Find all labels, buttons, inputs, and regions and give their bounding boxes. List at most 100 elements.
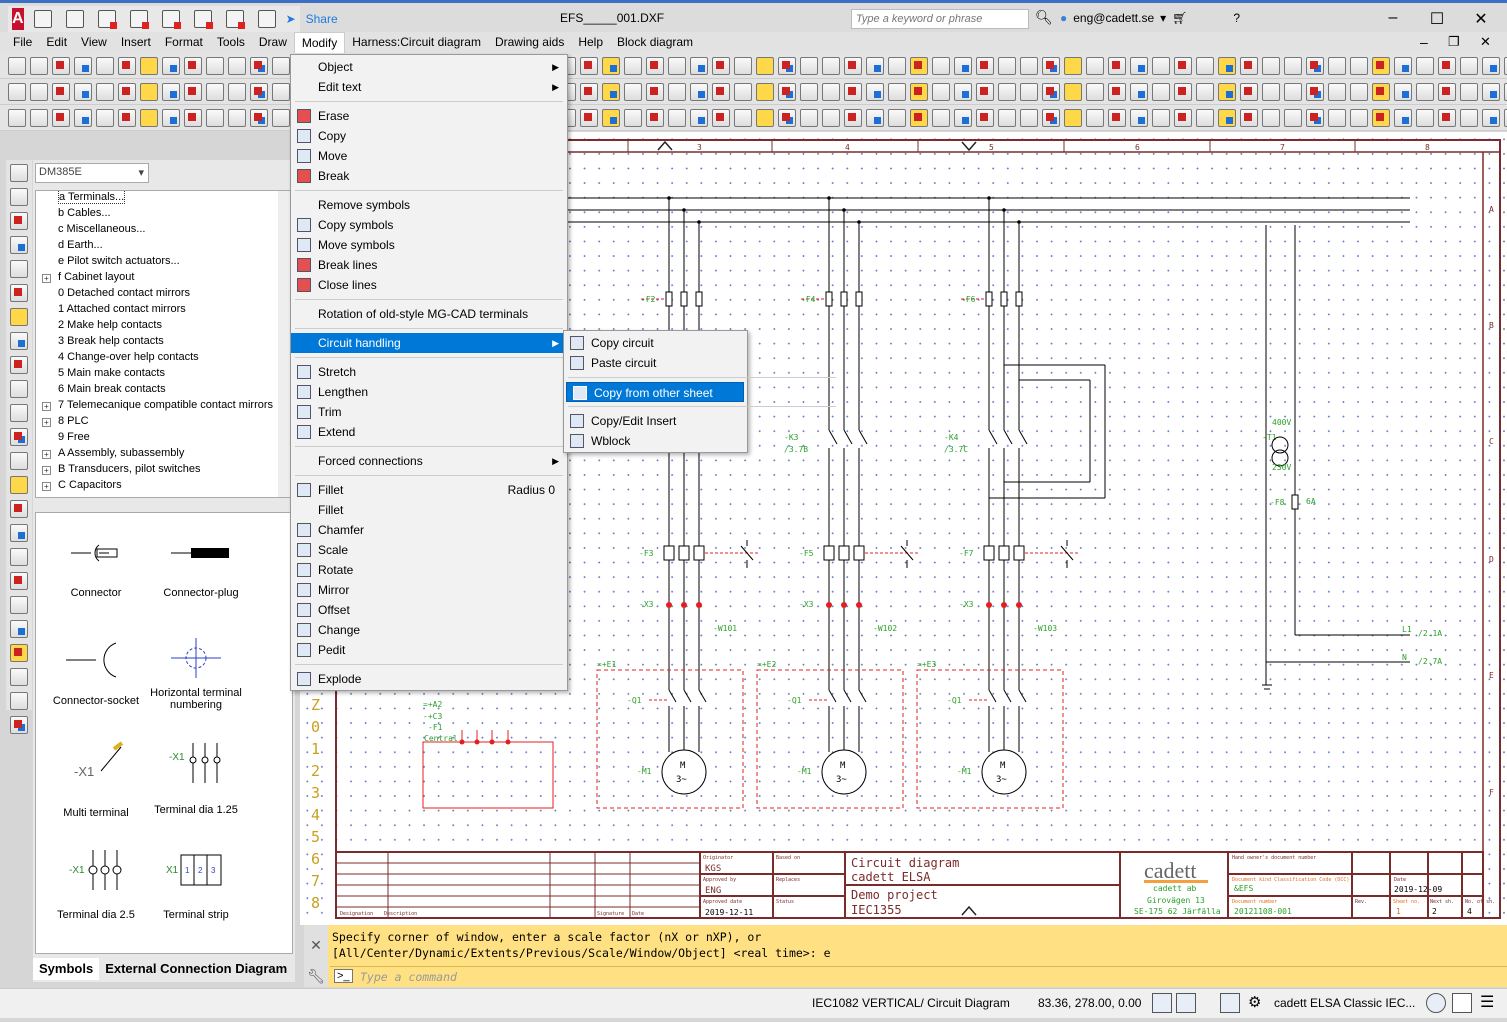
toolbar-tool-icon[interactable]	[1086, 82, 1104, 101]
share-button[interactable]: Share	[306, 12, 338, 26]
toolbar-tool-icon[interactable]	[1394, 82, 1412, 101]
layout-status[interactable]: IEC1082 VERTICAL/ Circuit Diagram	[812, 996, 1010, 1010]
toolbar-tool-icon[interactable]	[162, 56, 180, 75]
toolbar-tool-icon[interactable]	[1482, 56, 1500, 75]
toolbar-tool-icon[interactable]	[1306, 82, 1324, 101]
toolbar-tool-icon[interactable]	[998, 108, 1016, 127]
toolbar-tool-icon[interactable]	[1372, 82, 1390, 101]
toolbar-tool-icon[interactable]	[272, 108, 290, 127]
toolbar-tool-icon[interactable]	[1350, 108, 1368, 127]
close-icon[interactable]: ✕	[304, 937, 328, 954]
tree-item[interactable]: 5 Main make contacts	[36, 367, 290, 383]
toolbar-tool-icon[interactable]	[932, 56, 950, 75]
toolbar-tool-icon[interactable]	[1284, 82, 1302, 101]
menu-item-scale[interactable]: Scale	[291, 540, 567, 560]
app-logo-button[interactable]: A	[12, 8, 24, 30]
toolbar-tool-icon[interactable]	[1284, 108, 1302, 127]
toolbar-tool-icon[interactable]	[1108, 82, 1126, 101]
menu-item-copy-symbols[interactable]: Copy symbols	[291, 215, 567, 235]
toolbar-tool-icon[interactable]	[822, 56, 840, 75]
toolbar-tool-icon[interactable]	[250, 108, 268, 127]
side-tool-icon[interactable]	[10, 404, 28, 422]
toolbar-tool-icon[interactable]	[1416, 82, 1434, 101]
toolbar-tool-icon[interactable]	[228, 108, 246, 127]
toolbar-tool-icon[interactable]	[1328, 56, 1346, 75]
tree-item[interactable]: 1 Attached contact mirrors	[36, 303, 290, 319]
toolbar-tool-icon[interactable]	[954, 108, 972, 127]
expand-icon[interactable]: +	[42, 418, 51, 427]
toolbar-tool-icon[interactable]	[690, 108, 708, 127]
toolbar-tool-icon[interactable]	[228, 82, 246, 101]
menu-item-chamfer[interactable]: Chamfer	[291, 520, 567, 540]
toolbar-tool-icon[interactable]	[206, 82, 224, 101]
toolbar-tool-icon[interactable]	[1064, 82, 1082, 101]
toolbar-tool-icon[interactable]	[976, 82, 994, 101]
library-dropdown[interactable]: DM385E ▾	[35, 163, 149, 183]
toolbar-tool-icon[interactable]	[206, 108, 224, 127]
menu-drawing-aids[interactable]: Drawing aids	[488, 32, 571, 53]
tree-item[interactable]: 0 Detached contact mirrors	[36, 287, 290, 303]
toolbar-tool-icon[interactable]	[646, 82, 664, 101]
side-tool-icon[interactable]	[10, 692, 28, 710]
toolbar-tool-icon[interactable]	[734, 108, 752, 127]
toolbar-tool-icon[interactable]	[1328, 108, 1346, 127]
toolbar-tool-icon[interactable]	[1174, 82, 1192, 101]
toolbar-tool-icon[interactable]	[1240, 82, 1258, 101]
menu-item-copy-circuit[interactable]: Copy circuit	[564, 333, 747, 353]
menu-item-copy-from-other-sheet[interactable]: Copy from other sheet	[566, 382, 744, 402]
tree-item[interactable]: 6 Main break contacts	[36, 383, 290, 399]
menu-item-close-lines[interactable]: Close lines	[291, 275, 567, 295]
toolbar-tool-icon[interactable]	[96, 56, 114, 75]
toolbar-tool-icon[interactable]	[1196, 56, 1214, 75]
search-icon[interactable]: 🔍︎	[1035, 9, 1053, 26]
toolbar-tool-icon[interactable]	[1020, 82, 1038, 101]
menu-item-trim[interactable]: Trim	[291, 402, 567, 422]
toolbar-tool-icon[interactable]	[1218, 108, 1236, 127]
symbol-connector-plug[interactable]: Connector-plug	[141, 533, 261, 599]
toolbar-tool-icon[interactable]	[1130, 108, 1148, 127]
toolbar-tool-icon[interactable]	[646, 108, 664, 127]
gear-icon[interactable]: ⚙	[1248, 993, 1261, 1011]
insert-icon[interactable]	[161, 10, 181, 29]
side-tool-icon[interactable]	[10, 644, 28, 662]
side-tool-icon[interactable]	[10, 596, 28, 614]
toolbar-tool-icon[interactable]	[250, 56, 268, 75]
toolbar-tool-icon[interactable]	[1064, 108, 1082, 127]
toolbar-tool-icon[interactable]	[954, 82, 972, 101]
toolbar-tool-icon[interactable]	[1438, 108, 1456, 127]
menu-item-extend[interactable]: Extend	[291, 422, 567, 442]
toolbar-tool-icon[interactable]	[1152, 56, 1170, 75]
toolbar-tool-icon[interactable]	[52, 108, 70, 127]
symbol-horizontal-terminal-numbering[interactable]: Horizontal terminal numbering	[136, 633, 256, 711]
side-tool-icon[interactable]	[10, 164, 28, 182]
toolbar-tool-icon[interactable]	[118, 56, 136, 75]
toolbar-tool-icon[interactable]	[1482, 82, 1500, 101]
toolbar-tool-icon[interactable]	[1438, 56, 1456, 75]
toolbar-tool-icon[interactable]	[1262, 82, 1280, 101]
toolbar-tool-icon[interactable]	[712, 108, 730, 127]
toolbar-tool-icon[interactable]	[1416, 108, 1434, 127]
side-tool-icon[interactable]	[10, 212, 28, 230]
toolbar-tool-icon[interactable]	[668, 82, 686, 101]
toolbar-tool-icon[interactable]	[932, 108, 950, 127]
side-tool-icon[interactable]	[10, 236, 28, 254]
toolbar-tool-icon[interactable]	[30, 108, 48, 127]
side-tool-icon[interactable]	[10, 356, 28, 374]
toolbar-tool-icon[interactable]	[1284, 56, 1302, 75]
toolbar-tool-icon[interactable]	[1086, 56, 1104, 75]
menu-file[interactable]: File	[6, 32, 39, 53]
menu-item-copy-edit-insert[interactable]: Copy/Edit Insert	[564, 411, 747, 431]
side-tool-icon[interactable]	[10, 260, 28, 278]
toolbar-tool-icon[interactable]	[602, 56, 620, 75]
fullscreen-icon[interactable]	[1452, 993, 1472, 1013]
toolbar-tool-icon[interactable]	[162, 108, 180, 127]
toolbar-tool-icon[interactable]	[1328, 82, 1346, 101]
workspace-selector[interactable]: cadett ELSA Classic IEC...	[1274, 996, 1415, 1010]
toolbar-tool-icon[interactable]	[756, 56, 774, 75]
tree-item[interactable]: + B Transducers, pilot switches	[36, 463, 290, 479]
grid-toggle-icon[interactable]	[1152, 993, 1172, 1013]
toolbar-tool-icon[interactable]	[1174, 108, 1192, 127]
toolbar-tool-icon[interactable]	[624, 108, 642, 127]
side-tool-icon[interactable]	[10, 572, 28, 590]
tree-item[interactable]: +7 Telemecanique compatible contact mirr…	[36, 399, 290, 415]
